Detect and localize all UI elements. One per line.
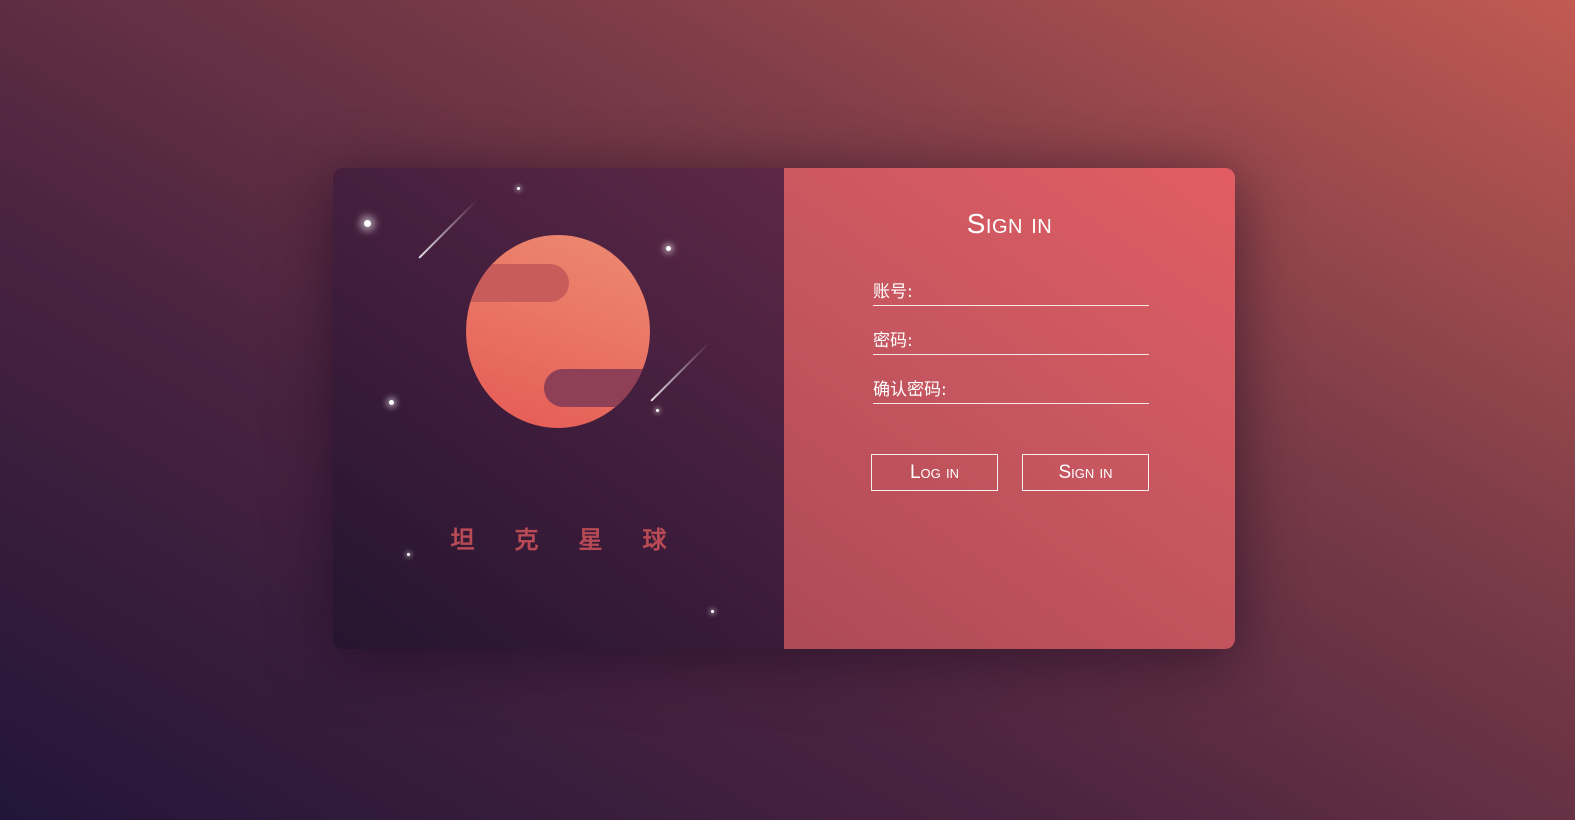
- confirm-password-field[interactable]: 确认密码:: [873, 379, 1150, 404]
- form-title: Sign in: [966, 208, 1053, 239]
- meteor-icon: [650, 342, 710, 402]
- account-label: 账号:: [873, 282, 913, 302]
- signin-panel: Sign in 账号: 密码: 确认密码: Log in Sign in: [784, 168, 1235, 649]
- brand-name: 坦克星球: [450, 526, 707, 554]
- login-card: 坦克星球 Sign in 账号: 密码: 确认密码: Log in Sign i…: [333, 168, 1235, 649]
- star-icon: [517, 187, 520, 190]
- password-field[interactable]: 密码:: [873, 330, 1149, 355]
- meteor-icon: [418, 199, 478, 259]
- planet-band: [466, 264, 569, 302]
- confirm-password-label: 确认密码:: [873, 380, 947, 400]
- star-icon: [364, 220, 371, 227]
- password-label: 密码:: [873, 331, 913, 351]
- account-field[interactable]: 账号:: [873, 281, 1149, 306]
- illustration-panel: 坦克星球: [333, 168, 784, 649]
- planet-band: [544, 369, 650, 407]
- account-input[interactable]: [912, 281, 1149, 305]
- planet-illustration: [466, 235, 650, 428]
- star-icon: [666, 246, 671, 251]
- login-button[interactable]: Log in: [871, 454, 998, 491]
- signin-button[interactable]: Sign in: [1022, 454, 1149, 491]
- password-input[interactable]: [912, 330, 1149, 354]
- confirm-password-input[interactable]: [946, 379, 1150, 403]
- star-icon: [656, 409, 659, 412]
- star-icon: [389, 400, 394, 405]
- star-icon: [711, 610, 714, 613]
